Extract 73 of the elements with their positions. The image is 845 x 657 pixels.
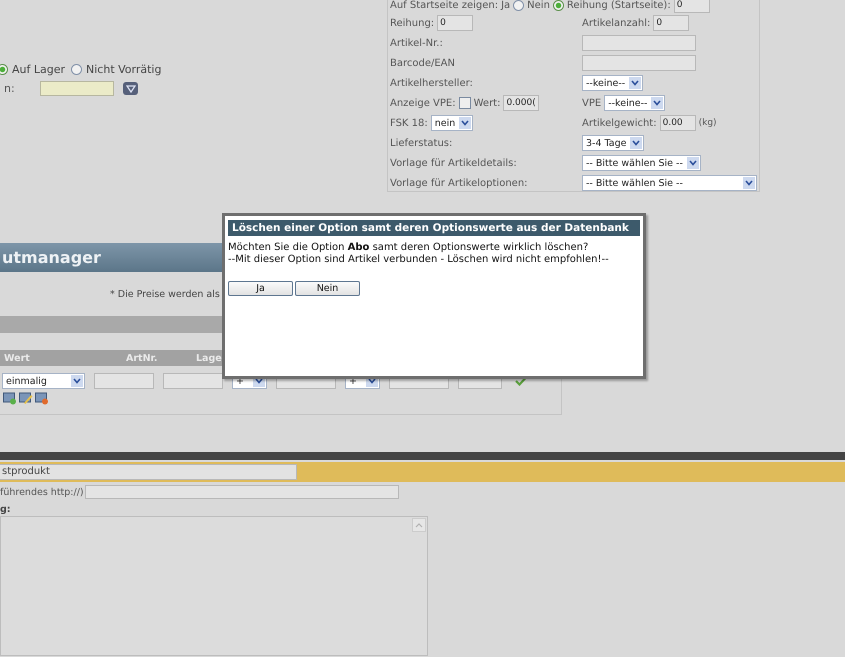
radio-label: Nein [527,0,550,10]
dialog-warning: --Mit dieser Option sind Artikel verbunden - Löschen wird nicht empfohlen!-- [228,254,610,266]
chevron-down-icon [631,80,640,86]
chevron-down-icon [255,378,263,384]
date-field[interactable] [40,81,114,96]
input-field[interactable]: 0.00 [660,115,696,131]
field-label: Artikelanzahl: [582,18,650,28]
chevron-down-icon [653,100,662,106]
chevron-down-icon [73,378,81,384]
unit-label: (kg) [698,118,717,128]
field-label: Reihung: [390,18,434,28]
select-dropdown[interactable]: -- Bitte wählen Sie -- [582,155,701,171]
field-label: g: [0,504,12,515]
field-label: Reihung (Startseite): [566,0,671,10]
field-label: Wert: [474,98,500,108]
delete-icon[interactable] [35,392,49,405]
price-note: * Die Preise werden als [110,288,220,300]
dropdown-button[interactable] [123,82,138,95]
input-field[interactable]: 0.000( [503,95,540,111]
field-label: Barcode/EAN [390,58,456,68]
select-dropdown[interactable]: nein [430,115,474,131]
input-field[interactable] [582,35,696,51]
select-dropdown[interactable]: --keine-- [582,75,644,91]
chevron-down-icon [368,378,376,384]
chevron-down-icon [688,160,697,166]
radio-button[interactable] [71,64,82,75]
field-label: Artikel-Nr.: [390,38,443,48]
column-header: ArtNr. [126,352,158,364]
dialog-button[interactable]: Ja [228,281,293,296]
input-field[interactable] [84,485,399,499]
column-header: Wert [4,352,31,364]
triangle-down-icon [126,84,136,92]
chevron-down-icon [632,140,640,146]
dialog-button[interactable]: Nein [295,281,360,296]
input-field[interactable]: stprodukt [0,464,297,480]
input-field[interactable]: 0 [653,15,690,31]
field-label: Artikelgewicht: [582,118,657,128]
field-label: Vorlage für Artikeloptionen: [390,178,528,188]
select-dropdown[interactable]: -- Bitte wählen Sie -- [582,175,757,191]
scroll-up-button[interactable] [412,518,426,532]
edit-icon[interactable] [19,392,33,405]
field-label: Lieferstatus: [390,138,452,148]
field-label: Auf Startseite zeigen: [390,0,498,10]
radio-label: Nicht Vorrätig [86,63,162,76]
field-label: n: [4,82,16,95]
field-label: Anzeige VPE: [390,98,456,108]
radio-button[interactable] [513,0,524,10]
field-label: Artikelhersteller: [390,78,473,88]
checkmark-icon[interactable] [515,376,527,386]
input-field[interactable] [94,373,154,389]
dialog-message: Möchten Sie die Option Abo samt deren Optionswerte wirklich löschen? [228,242,590,254]
input-field[interactable] [163,373,223,389]
input-field[interactable]: 0 [674,0,710,13]
select-dropdown[interactable]: 3-4 Tage [582,135,644,151]
chevron-down-icon [461,120,470,126]
select-dropdown[interactable]: einmalig [2,373,85,389]
select-dropdown[interactable]: --keine-- [604,95,666,111]
chevron-down-icon [745,180,753,186]
field-label: VPE [582,98,602,108]
radio-button[interactable] [0,64,8,75]
dialog-title: Löschen einer Option samt deren Optionswerte aus der Datenbank [228,220,640,236]
field-label: Vorlage für Artikeldetails: [390,158,517,168]
radio-button[interactable] [552,0,564,10]
radio-label: Auf Lager [12,63,66,76]
input-field[interactable] [582,55,696,71]
add-icon[interactable] [3,392,17,405]
checkbox[interactable] [458,97,471,109]
field-label: führendes http://) [0,486,84,498]
field-label: FSK 18: [390,118,428,128]
column-header: Lage [196,352,222,364]
chevron-up-icon [415,522,423,528]
radio-label: Ja [501,0,510,10]
input-field[interactable]: 0 [437,15,474,31]
